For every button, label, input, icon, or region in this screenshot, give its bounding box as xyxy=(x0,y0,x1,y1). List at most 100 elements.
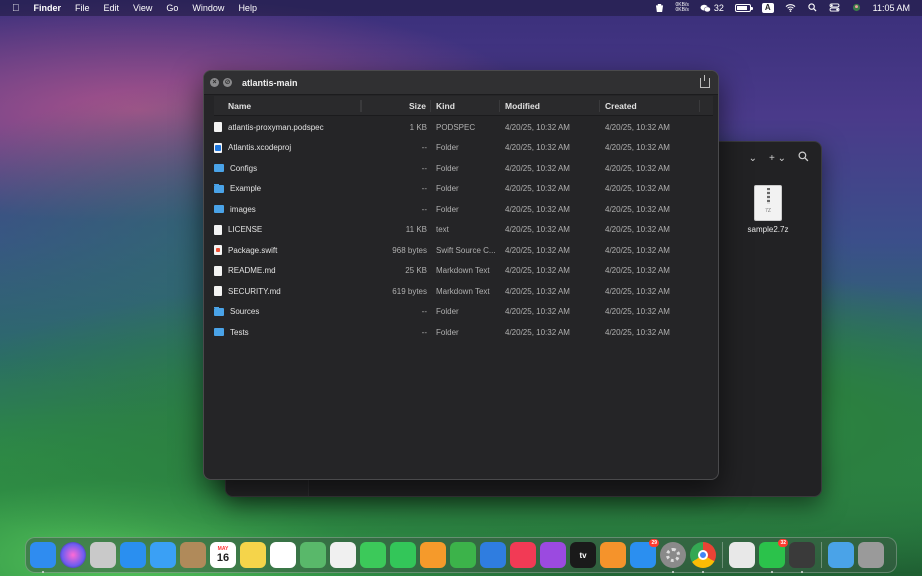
wifi-icon[interactable] xyxy=(785,3,796,14)
dock-finder-icon[interactable] xyxy=(30,542,56,573)
created-cell: 4/20/25, 10:32 AM xyxy=(605,245,670,255)
dock-notes-icon[interactable] xyxy=(240,542,266,568)
name-cell: atlantis-proxyman.podspec xyxy=(214,122,361,133)
dock-books-icon[interactable] xyxy=(600,542,626,568)
table-row[interactable]: SECURITY.md 619 bytes Markdown Text 4/20/25… xyxy=(214,281,713,302)
dock-numbers-icon[interactable] xyxy=(450,542,476,568)
dock-music-icon[interactable] xyxy=(510,542,536,568)
dock-reminders-icon[interactable] xyxy=(270,542,296,568)
table-row[interactable]: README.md 25 KB Markdown Text 4/20/25, 10:3… xyxy=(214,261,713,282)
battery-icon[interactable] xyxy=(734,4,753,12)
file-name: Example xyxy=(230,184,262,194)
created-cell: 4/20/25, 10:32 AM xyxy=(605,225,670,235)
menu-go[interactable]: Go xyxy=(166,3,178,13)
dock-messages-icon[interactable] xyxy=(360,542,386,568)
user-avatar-icon[interactable] xyxy=(851,3,862,14)
size-cell: 11 KB xyxy=(405,225,427,235)
table-row[interactable]: Atlantis.xcodeproj -- Folder 4/20/25, 10:32… xyxy=(214,138,713,159)
name-cell: LICENSE xyxy=(214,224,361,235)
name-cell: Configs xyxy=(214,163,361,173)
dock-siri-icon[interactable] xyxy=(60,542,86,568)
column-header-modified[interactable]: Modified xyxy=(500,99,600,112)
dock-safari-icon[interactable] xyxy=(120,542,146,568)
table-row[interactable]: Example -- Folder 4/20/25, 10:32 AM 4/20/25,… xyxy=(214,179,713,200)
file-name: Package.swift xyxy=(228,245,278,255)
size-cell: -- xyxy=(421,184,427,194)
kind-cell: Folder xyxy=(436,204,459,214)
menu-help[interactable]: Help xyxy=(238,3,257,13)
close-window-button[interactable]: × xyxy=(210,78,219,87)
name-cell: Sources xyxy=(214,307,361,316)
dock-contacts-icon[interactable] xyxy=(180,542,206,568)
dock-final-cut-icon[interactable] xyxy=(789,542,815,573)
size-cell: 968 bytes xyxy=(392,245,427,255)
dock-keynote-icon[interactable] xyxy=(480,542,506,568)
dock-podcasts-icon[interactable] xyxy=(540,542,566,568)
view-options-chevron-icon[interactable]: ⌄ xyxy=(749,153,757,164)
dock-photos-icon[interactable] xyxy=(330,542,356,568)
dock-trash-icon[interactable] xyxy=(858,542,884,568)
dock-appletv-icon[interactable]: tv xyxy=(570,542,596,568)
menu-window[interactable]: Window xyxy=(192,3,224,13)
input-method-indicator[interactable]: A xyxy=(761,3,774,13)
folder-icon xyxy=(214,163,224,173)
wechat-count: 32 xyxy=(713,3,724,13)
table-row[interactable]: Configs -- Folder 4/20/25, 10:32 AM 4/20/25,… xyxy=(214,158,713,179)
dock: MAY 16 tv 29 32 xyxy=(25,537,897,573)
dock-downloads-folder-icon[interactable] xyxy=(828,542,854,568)
dock-facetime-icon[interactable] xyxy=(390,542,416,568)
menu-file[interactable]: File xyxy=(75,3,90,13)
app-name-menu[interactable]: Finder xyxy=(34,3,62,13)
file-item-sample2-7z[interactable]: 7Z sample2.7z xyxy=(743,185,793,234)
size-cell: -- xyxy=(421,163,427,173)
dock-pages-icon[interactable] xyxy=(420,542,446,568)
search-icon[interactable] xyxy=(798,151,809,165)
name-cell: Package.swift xyxy=(214,245,361,256)
apple-menu-icon[interactable]:  xyxy=(12,3,20,14)
name-cell: Tests xyxy=(214,327,361,337)
app-store-badge: 29 xyxy=(649,539,659,547)
folder-icon xyxy=(214,204,224,214)
menu-edit[interactable]: Edit xyxy=(104,3,120,13)
menu-view[interactable]: View xyxy=(133,3,152,13)
stop-icon-button[interactable]: ⊘ xyxy=(223,78,232,87)
share-icon[interactable] xyxy=(700,74,710,88)
created-cell: 4/20/25, 10:32 AM xyxy=(605,327,670,337)
table-row[interactable]: Package.swift 968 bytes Swift Source C... 4… xyxy=(214,240,713,261)
created-cell: 4/20/25, 10:32 AM xyxy=(605,286,670,296)
kind-cell: PODSPEC xyxy=(436,122,476,132)
table-row[interactable]: images -- Folder 4/20/25, 10:32 AM 4/20/25, … xyxy=(214,199,713,220)
menu-bar-clock[interactable]: 11:05 AM xyxy=(873,3,910,13)
dock-system-settings-icon[interactable] xyxy=(660,542,686,573)
kind-cell: Markdown Text xyxy=(436,286,490,296)
calendar-day: 16 xyxy=(216,552,230,564)
shopping-bag-icon[interactable] xyxy=(654,3,665,14)
dock-separator xyxy=(821,542,822,568)
dock-wechat-icon[interactable]: 32 xyxy=(759,539,788,573)
dock-launchpad-icon[interactable] xyxy=(90,542,116,568)
column-header-size[interactable]: Size xyxy=(361,99,431,112)
column-header-created[interactable]: Created xyxy=(600,99,700,112)
modified-cell: 4/20/25, 10:32 AM xyxy=(505,143,570,153)
dock-calendar-icon[interactable]: MAY 16 xyxy=(210,542,236,568)
control-center-icon[interactable] xyxy=(829,2,840,14)
document-icon xyxy=(214,224,222,235)
spotlight-search-icon[interactable] xyxy=(807,2,818,14)
dock-appstore-icon[interactable]: 29 xyxy=(630,539,659,568)
dock-textedit-icon[interactable] xyxy=(729,542,755,568)
wechat-status[interactable]: 32 xyxy=(700,3,724,13)
dock-chrome-icon[interactable] xyxy=(690,542,716,573)
wechat-icon xyxy=(700,4,711,12)
network-speed[interactable]: 0KB/s 0KB/s xyxy=(676,3,689,13)
add-menu-button[interactable]: + ⌄ xyxy=(769,153,786,164)
column-header-kind[interactable]: Kind xyxy=(431,99,500,112)
dock-maps-icon[interactable] xyxy=(300,542,326,568)
table-row[interactable]: LICENSE 11 KB text 4/20/25, 10:32 AM 4/20/25… xyxy=(214,220,713,241)
column-header-name[interactable]: Name xyxy=(214,99,361,112)
modified-cell: 4/20/25, 10:32 AM xyxy=(505,245,570,255)
finder-list-window[interactable]: × ⊘ atlantis-main Name Size Kind Modifie… xyxy=(203,70,719,480)
table-row[interactable]: Sources -- Folder 4/20/25, 10:32 AM 4/20/25,… xyxy=(214,302,713,323)
dock-mail-icon[interactable] xyxy=(150,542,176,568)
table-row[interactable]: Tests -- Folder 4/20/25, 10:32 AM 4/20/25, 1… xyxy=(214,322,713,343)
table-row[interactable]: atlantis-proxyman.podspec 1 KB PODSPEC 4/20… xyxy=(214,117,713,138)
